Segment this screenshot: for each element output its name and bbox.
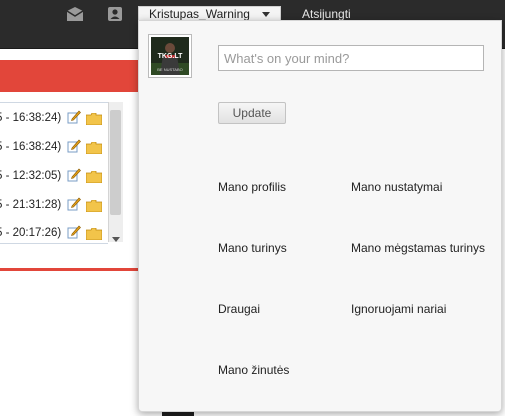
folder-icon[interactable] [85, 141, 103, 155]
mail-icon[interactable] [66, 6, 84, 22]
row-timestamp: 5 - 21:31:28) [0, 199, 62, 211]
scroll-down-icon[interactable] [112, 230, 120, 242]
folder-icon[interactable] [85, 170, 103, 184]
link-my-messages[interactable]: Mano žinutės [218, 363, 289, 377]
divider [0, 268, 140, 271]
link-my-content[interactable]: Mano turinys [218, 241, 287, 255]
update-button[interactable]: Update [218, 102, 286, 124]
link-my-favorites[interactable]: Mano mėgstamas turinys [351, 241, 485, 255]
table-row: 5 - 21:31:28) [0, 190, 108, 220]
scrollbar-thumb[interactable] [110, 110, 121, 215]
header-banner [0, 60, 140, 92]
link-friends[interactable]: Draugai [218, 302, 260, 316]
edit-icon[interactable] [67, 197, 81, 211]
table-row: 5 - 20:17:26) [0, 219, 108, 244]
folder-icon[interactable] [85, 112, 103, 126]
avatar[interactable]: TKG.LT BE NUSTABO [148, 34, 192, 78]
row-timestamp: 5 - 16:38:24) [0, 112, 62, 124]
link-ignored-members[interactable]: Ignoruojami nariai [351, 302, 446, 316]
edit-icon[interactable] [67, 225, 81, 239]
row-timestamp: 5 - 20:17:26) [0, 227, 62, 239]
table-row: 5 - 16:38:24) [0, 132, 108, 162]
scrollbar[interactable] [108, 102, 123, 242]
edit-icon[interactable] [67, 168, 81, 182]
avatar-tagline: BE NUSTABO [157, 67, 183, 72]
user-dropdown-panel: TKG.LT BE NUSTABO Update Mano profilis M… [138, 20, 502, 412]
avatar-logo-text: TKG.LT [158, 53, 183, 60]
table-row: 5 - 12:32:05) [0, 161, 108, 191]
status-input[interactable] [218, 45, 484, 71]
row-timestamp: 5 - 12:32:05) [0, 170, 62, 182]
table-row: 5 - 16:38:24) [0, 103, 108, 133]
edit-icon[interactable] [67, 110, 81, 124]
link-my-profile[interactable]: Mano profilis [218, 180, 286, 194]
topics-list: 5 - 16:38:24) 5 - 16:38:24) 5 - 12:32:05… [0, 102, 108, 244]
contacts-icon[interactable] [107, 6, 125, 22]
link-my-settings[interactable]: Mano nustatymai [351, 180, 442, 194]
username-label: Kristupas_Warning [149, 7, 250, 21]
edit-icon[interactable] [67, 139, 81, 153]
logout-link[interactable]: Atsijungti [302, 7, 351, 21]
row-timestamp: 5 - 16:38:24) [0, 141, 62, 153]
user-menu-toggle[interactable]: Kristupas_Warning [138, 6, 281, 21]
chevron-down-icon [262, 12, 270, 17]
folder-icon[interactable] [85, 227, 103, 241]
folder-icon[interactable] [85, 199, 103, 213]
